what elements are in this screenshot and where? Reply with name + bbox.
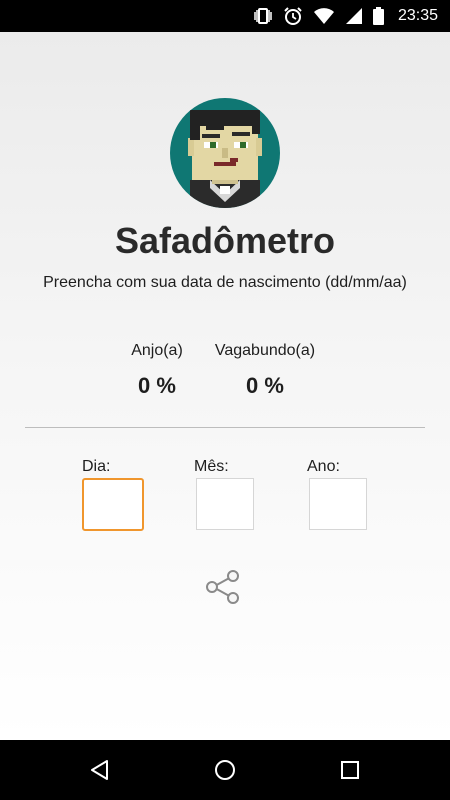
instructions-text: Preencha com sua data de nascimento (dd/… — [43, 274, 407, 291]
status-bar: 23:35 — [0, 0, 450, 32]
home-icon — [215, 760, 235, 780]
dia-input[interactable] — [82, 478, 144, 531]
anjo-percentage: 0 % — [138, 373, 176, 398]
recents-button[interactable] — [335, 755, 365, 785]
ano-label: Ano: — [307, 458, 340, 475]
home-button[interactable] — [210, 755, 240, 785]
share-icon — [206, 570, 239, 604]
navigation-bar — [0, 740, 450, 800]
share-button[interactable] — [203, 567, 243, 607]
vibrate-icon — [253, 7, 273, 25]
battery-icon — [372, 7, 384, 25]
back-icon — [91, 760, 108, 780]
status-icons: 23:35 — [253, 0, 438, 32]
alarm-icon — [283, 6, 303, 26]
mes-input[interactable] — [196, 478, 254, 530]
vagabundo-label: Vagabundo(a) — [214, 342, 316, 359]
pixel-face-image — [188, 110, 262, 208]
app-screen: Safadômetro Preencha com sua data de nas… — [0, 32, 450, 740]
mes-label: Mês: — [194, 458, 229, 475]
ano-input[interactable] — [309, 478, 367, 530]
back-button[interactable] — [85, 755, 115, 785]
anjo-label: Anjo(a) — [131, 342, 183, 359]
vagabundo-percentage: 0 % — [246, 373, 284, 398]
divider — [25, 427, 425, 428]
app-title: Safadômetro — [114, 220, 336, 261]
signal-icon — [345, 7, 363, 25]
recents-icon — [341, 761, 359, 779]
avatar — [170, 98, 280, 208]
clock: 23:35 — [397, 7, 438, 24]
dia-label: Dia: — [82, 458, 111, 475]
wifi-icon — [313, 7, 335, 25]
